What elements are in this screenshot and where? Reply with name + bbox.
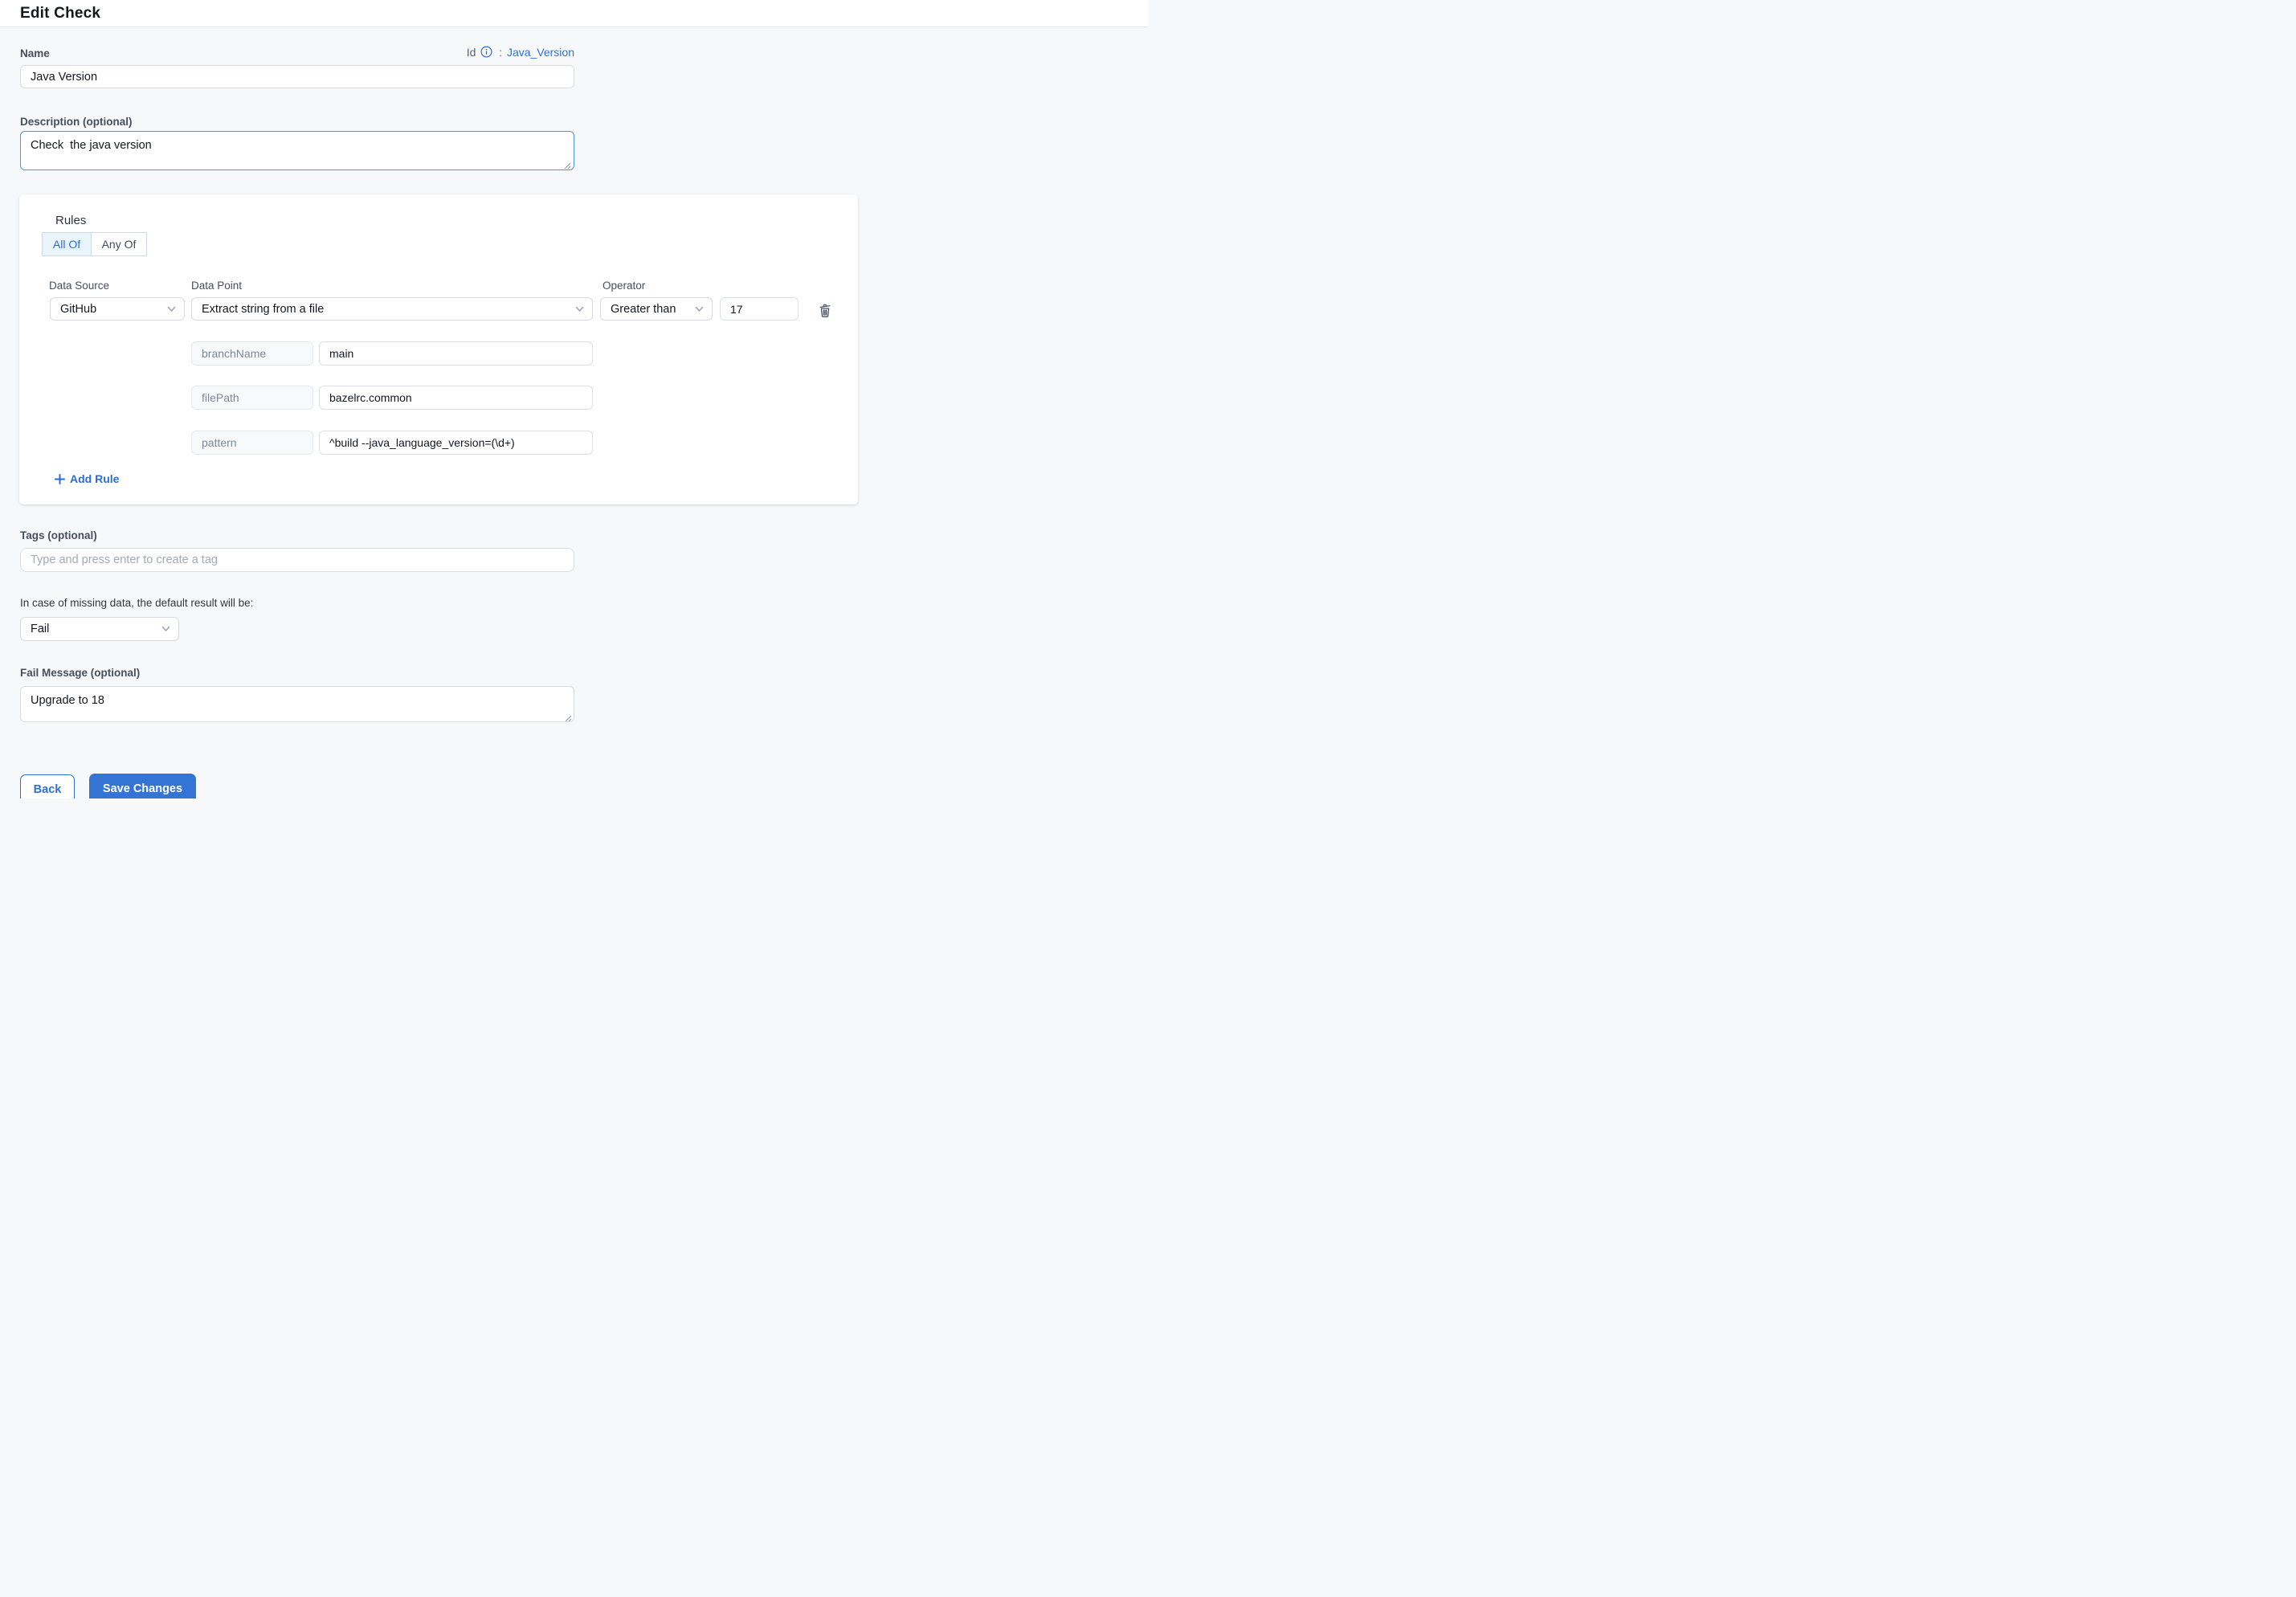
back-button[interactable]: Back [20, 774, 75, 798]
edit-check-page: Edit Check Name Id : Java_Version Descri… [0, 0, 1148, 798]
fail-message-textarea[interactable] [20, 686, 574, 722]
data-point-label: Data Point [191, 280, 242, 292]
param-value-filePath-input[interactable] [319, 386, 593, 410]
data-source-select[interactable]: GitHub [50, 297, 185, 321]
save-changes-button[interactable]: Save Changes [89, 774, 196, 798]
chevron-down-icon [167, 303, 176, 316]
add-rule-label: Add Rule [70, 472, 119, 485]
missing-data-select[interactable]: Fail [20, 617, 179, 641]
tags-input[interactable] [20, 548, 574, 572]
all-of-button[interactable]: All Of [43, 233, 91, 255]
missing-data-value: Fail [31, 623, 155, 635]
tags-label: Tags (optional) [20, 529, 97, 541]
data-source-label: Data Source [49, 280, 109, 292]
chevron-down-icon [575, 303, 584, 316]
description-label: Description (optional) [20, 116, 133, 128]
check-id-link[interactable]: Java_Version [507, 46, 574, 59]
operator-label: Operator [603, 280, 645, 292]
data-point-value: Extract string from a file [202, 303, 569, 316]
param-key-pattern: pattern [191, 431, 313, 455]
delete-rule-button[interactable] [815, 300, 835, 323]
param-value-branchName-input[interactable] [319, 341, 593, 366]
rules-title: Rules [55, 214, 86, 227]
trash-icon [817, 309, 833, 321]
page-title: Edit Check [20, 0, 100, 27]
match-type-toggle: All Of Any Of [42, 232, 147, 256]
chevron-down-icon [161, 623, 170, 635]
page-header: Edit Check [0, 0, 1148, 27]
any-of-button[interactable]: Any Of [92, 233, 146, 255]
add-rule-button[interactable]: Add Rule [55, 472, 119, 485]
check-id-row: Id : Java_Version [20, 46, 574, 60]
id-separator: : [499, 46, 502, 59]
name-input[interactable] [20, 65, 574, 88]
plus-icon [55, 474, 65, 484]
chevron-down-icon [695, 303, 704, 316]
param-key-filePath: filePath [191, 386, 313, 410]
info-icon[interactable] [480, 46, 492, 60]
operator-value: Greater than [611, 303, 688, 316]
operator-threshold-input[interactable] [720, 297, 799, 321]
rules-card: Rules All Of Any Of Data Source Data Poi… [19, 194, 858, 504]
id-label: Id [467, 46, 476, 59]
missing-data-label: In case of missing data, the default res… [20, 597, 253, 609]
data-point-select[interactable]: Extract string from a file [191, 297, 593, 321]
fail-message-label: Fail Message (optional) [20, 667, 140, 679]
description-textarea[interactable] [20, 131, 574, 170]
data-source-value: GitHub [60, 303, 161, 316]
operator-select[interactable]: Greater than [600, 297, 713, 321]
param-value-pattern-input[interactable] [319, 431, 593, 455]
param-key-branchName: branchName [191, 341, 313, 366]
